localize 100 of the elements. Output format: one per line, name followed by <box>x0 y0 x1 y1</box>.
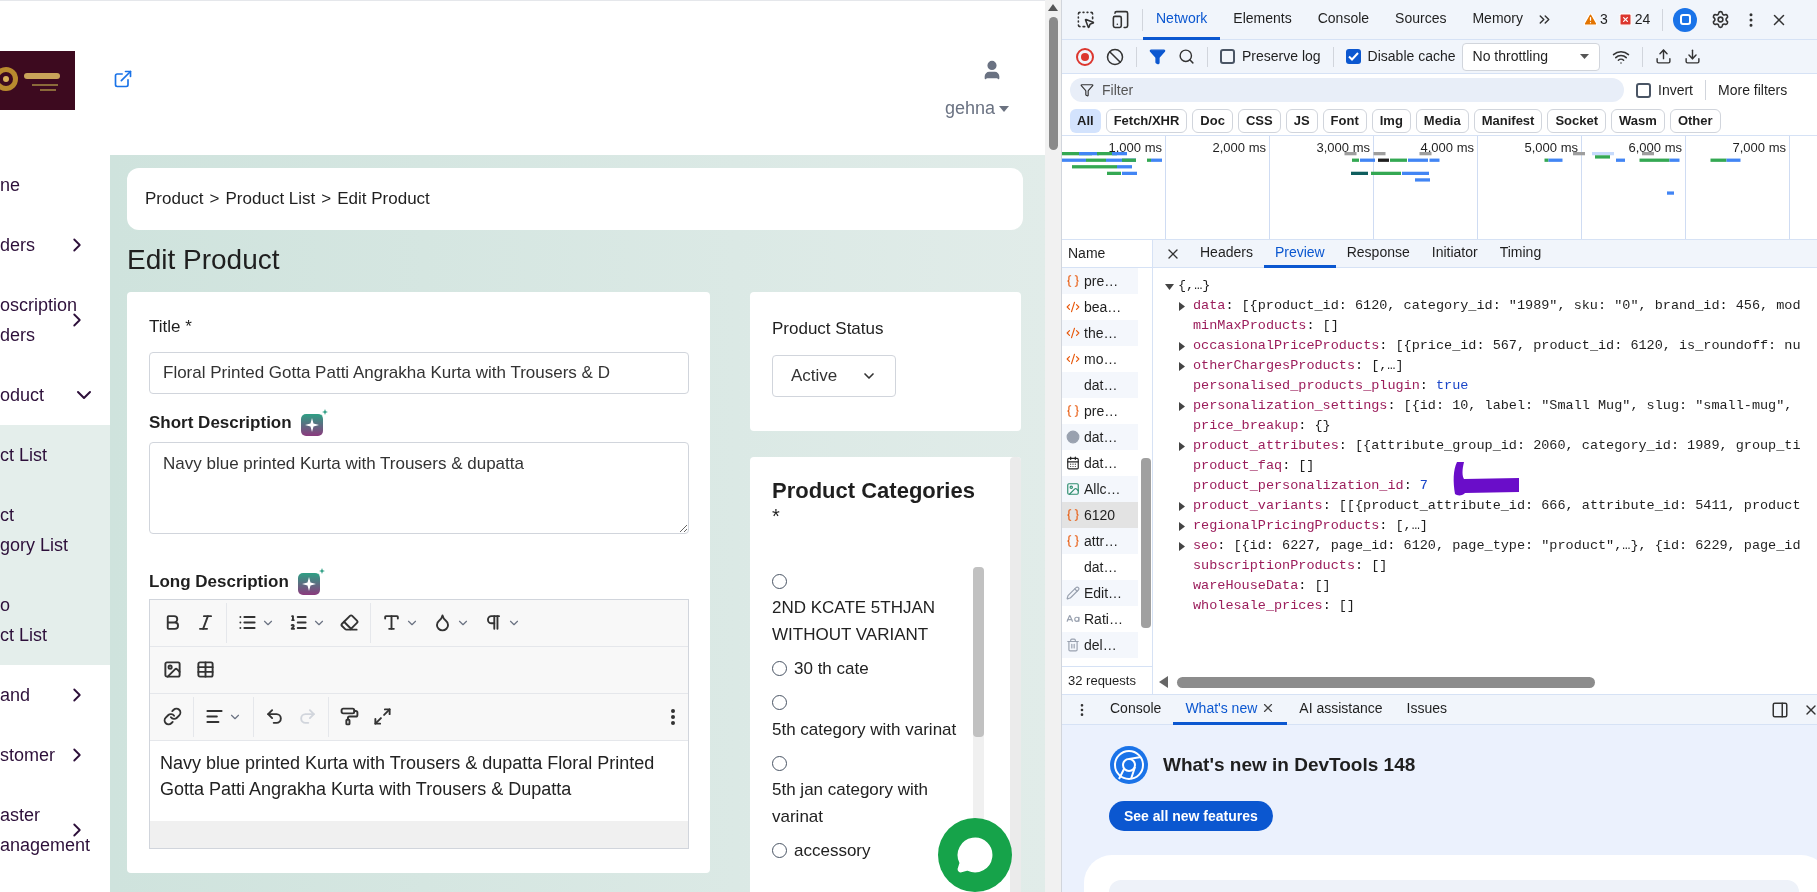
scrollbar[interactable] <box>1177 676 1595 688</box>
request-name[interactable]: dat… <box>1084 426 1118 448</box>
type-filter-chip[interactable]: Font <box>1322 108 1367 133</box>
type-filter-chip[interactable]: Other <box>1669 108 1721 133</box>
filter-icon[interactable] <box>1149 48 1166 65</box>
sidebar-item[interactable]: ne <box>0 170 21 200</box>
short-description-field[interactable]: Navy blue printed Kurta with Trousers & dupatta <box>149 441 689 534</box>
expand-triangle-icon[interactable] <box>1178 301 1186 311</box>
scrollbar[interactable] <box>1141 458 1151 628</box>
filter-field[interactable]: Filter <box>1070 78 1624 102</box>
scroll-left-icon[interactable] <box>1159 676 1169 688</box>
sidebar-item[interactable]: o <box>0 590 47 620</box>
request-name[interactable]: mo… <box>1084 348 1118 370</box>
request-row[interactable]: attr… <box>1062 528 1138 554</box>
editor-content[interactable]: Navy blue printed Kurta with Trousers & dupatta Floral Printed Gotta Patti Angrakha Kurta with Trousers & Dupatta <box>150 740 688 821</box>
request-name[interactable]: attr… <box>1084 530 1119 552</box>
type-filter-chip[interactable]: Manifest <box>1473 108 1543 133</box>
column-header[interactable]: Name <box>1068 243 1106 264</box>
sidebar-item[interactable]: aster <box>0 800 91 830</box>
inspect-icon[interactable] <box>1076 10 1095 29</box>
request-name[interactable]: del… <box>1084 634 1117 656</box>
detail-tab[interactable]: Headers <box>1189 239 1264 268</box>
drawer-tab[interactable]: Console <box>1098 694 1174 725</box>
detail-tab[interactable]: Preview <box>1263 239 1336 268</box>
radio-label[interactable]: accessory <box>794 837 871 865</box>
request-row[interactable]: Allc… <box>1062 476 1138 502</box>
request-row[interactable]: pre… <box>1062 268 1138 294</box>
filter-input[interactable]: Filter <box>1102 79 1283 101</box>
sidebar-item[interactable]: oscription <box>0 290 78 320</box>
collapse-triangle-icon[interactable] <box>1165 281 1174 291</box>
type-filter-chip[interactable]: Doc <box>1192 108 1233 133</box>
radio-label[interactable]: 5th jan category with varinat <box>772 776 969 831</box>
drawer-tab[interactable]: AI assistance <box>1287 694 1395 725</box>
sparkle-icon[interactable] <box>296 566 327 597</box>
request-row[interactable]: 6120 <box>1062 502 1138 528</box>
panel-tab[interactable]: Sources <box>1382 0 1460 40</box>
record-icon[interactable] <box>1076 47 1094 66</box>
sidebar-item[interactable]: and <box>0 680 31 710</box>
throttling-select[interactable]: No throttling <box>1461 42 1600 71</box>
type-filter-chip[interactable]: CSS <box>1237 108 1281 133</box>
sidebar-item[interactable]: ders <box>0 230 35 260</box>
download-icon[interactable] <box>1683 48 1701 65</box>
panel-tab[interactable]: Memory <box>1459 0 1536 40</box>
detail-tab[interactable]: Response <box>1335 239 1421 268</box>
request-name[interactable]: pre… <box>1084 400 1119 422</box>
sidebar-item[interactable]: stomer <box>0 740 55 770</box>
checkbox-label[interactable]: Invert <box>1658 79 1693 101</box>
see-features-button[interactable]: See all new features <box>1109 801 1273 831</box>
sidebar-item[interactable]: ct List <box>0 620 47 650</box>
type-filter-chip[interactable]: Socket <box>1547 108 1607 133</box>
title-field[interactable]: Floral Printed Gotta Patti Angrakha Kurta with Trousers & D <box>149 351 689 394</box>
type-filter-chip[interactable]: Img <box>1371 108 1411 133</box>
status-select[interactable]: Active <box>772 354 896 397</box>
dock-side-icon[interactable] <box>1771 700 1789 719</box>
expand-triangle-icon[interactable] <box>1178 401 1186 411</box>
request-name[interactable]: pre… <box>1084 270 1119 292</box>
sidebar-item[interactable]: oduct <box>0 380 45 410</box>
breadcrumb-link[interactable]: Product <box>145 186 204 212</box>
error-count[interactable]: 24 <box>1634 9 1651 30</box>
request-row[interactable]: Edit… <box>1062 580 1138 606</box>
drawer-tab[interactable]: Issues <box>1394 694 1460 725</box>
type-filter-chip[interactable]: JS <box>1285 108 1318 133</box>
request-name[interactable]: dat… <box>1084 374 1118 396</box>
sidebar-item[interactable]: ct <box>0 500 69 530</box>
checkbox-label[interactable]: Disable cache <box>1367 46 1456 67</box>
request-name[interactable]: dat… <box>1084 452 1118 474</box>
request-name[interactable]: Allc… <box>1084 478 1121 500</box>
request-name[interactable]: the… <box>1084 322 1118 344</box>
type-filter-chip[interactable]: Fetch/XHR <box>1105 108 1188 133</box>
settings-icon[interactable] <box>1711 10 1731 29</box>
type-filter-chip[interactable]: All <box>1070 108 1101 133</box>
detail-tab[interactable]: Initiator <box>1420 239 1489 268</box>
warning-count[interactable]: 3 <box>1600 9 1608 30</box>
request-row[interactable]: dat… <box>1062 424 1138 450</box>
external-link-icon[interactable] <box>113 69 133 89</box>
request-name[interactable]: Rati… <box>1084 608 1123 630</box>
radio-label[interactable]: 30 th cate <box>794 655 869 682</box>
checkbox[interactable] <box>1636 82 1651 98</box>
request-name[interactable]: Edit… <box>1084 582 1123 604</box>
request-row[interactable]: del… <box>1062 632 1138 658</box>
type-filter-chip[interactable]: Wasm <box>1611 108 1665 133</box>
user-menu[interactable]: gehna <box>944 95 1009 122</box>
scrollbar-thumb[interactable] <box>1048 17 1058 150</box>
checkbox[interactable] <box>1345 49 1361 64</box>
checkbox[interactable] <box>1220 49 1235 64</box>
checkbox-label[interactable]: Preserve log <box>1242 46 1321 67</box>
request-row[interactable]: the… <box>1062 320 1138 346</box>
sidebar-item[interactable]: anagement <box>0 830 91 860</box>
breadcrumb-link[interactable]: Product List <box>225 186 316 212</box>
search-icon[interactable] <box>1178 48 1195 65</box>
device-toggle-icon[interactable] <box>1111 10 1130 29</box>
sparkle-icon[interactable] <box>299 407 330 438</box>
request-row[interactable]: dat… <box>1062 372 1138 398</box>
sidebar-item[interactable]: ders <box>0 320 78 350</box>
clear-icon[interactable] <box>1106 47 1124 66</box>
upload-icon[interactable] <box>1654 48 1672 65</box>
detail-tab[interactable]: Timing <box>1488 239 1553 268</box>
error-icon[interactable] <box>1617 12 1633 27</box>
radio-label[interactable]: 5th category with varinat <box>772 716 957 744</box>
panel-tab[interactable]: Console <box>1304 0 1383 40</box>
